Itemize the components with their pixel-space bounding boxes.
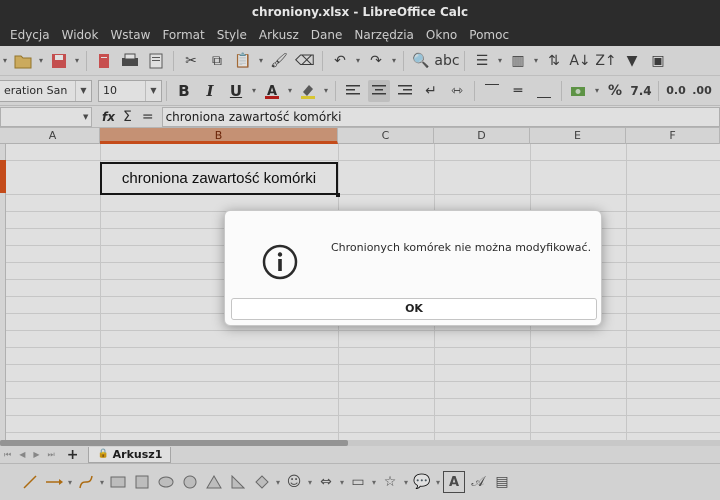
ok-button[interactable]: OK [231, 298, 597, 320]
dialog-message: Chronionych komórek nie można modyfikowa… [331, 241, 592, 254]
info-dialog: Chronionych komórek nie można modyfikowa… [224, 210, 602, 326]
window-title-bar: chroniony.xlsx - LibreOffice Calc [0, 0, 720, 24]
window-title: chroniony.xlsx - LibreOffice Calc [251, 5, 469, 19]
info-icon [262, 244, 298, 280]
